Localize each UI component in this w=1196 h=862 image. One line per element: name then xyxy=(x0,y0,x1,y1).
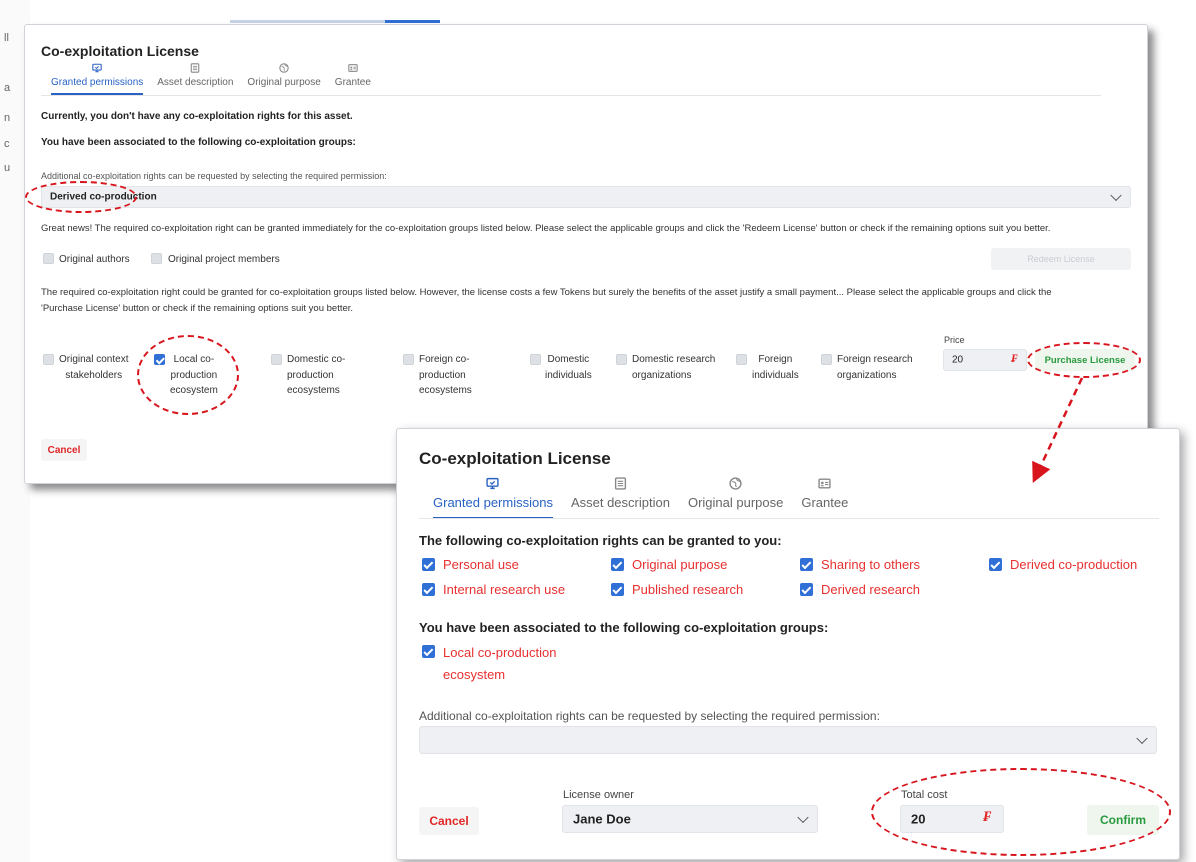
annotation-arrow-icon xyxy=(1032,377,1084,484)
